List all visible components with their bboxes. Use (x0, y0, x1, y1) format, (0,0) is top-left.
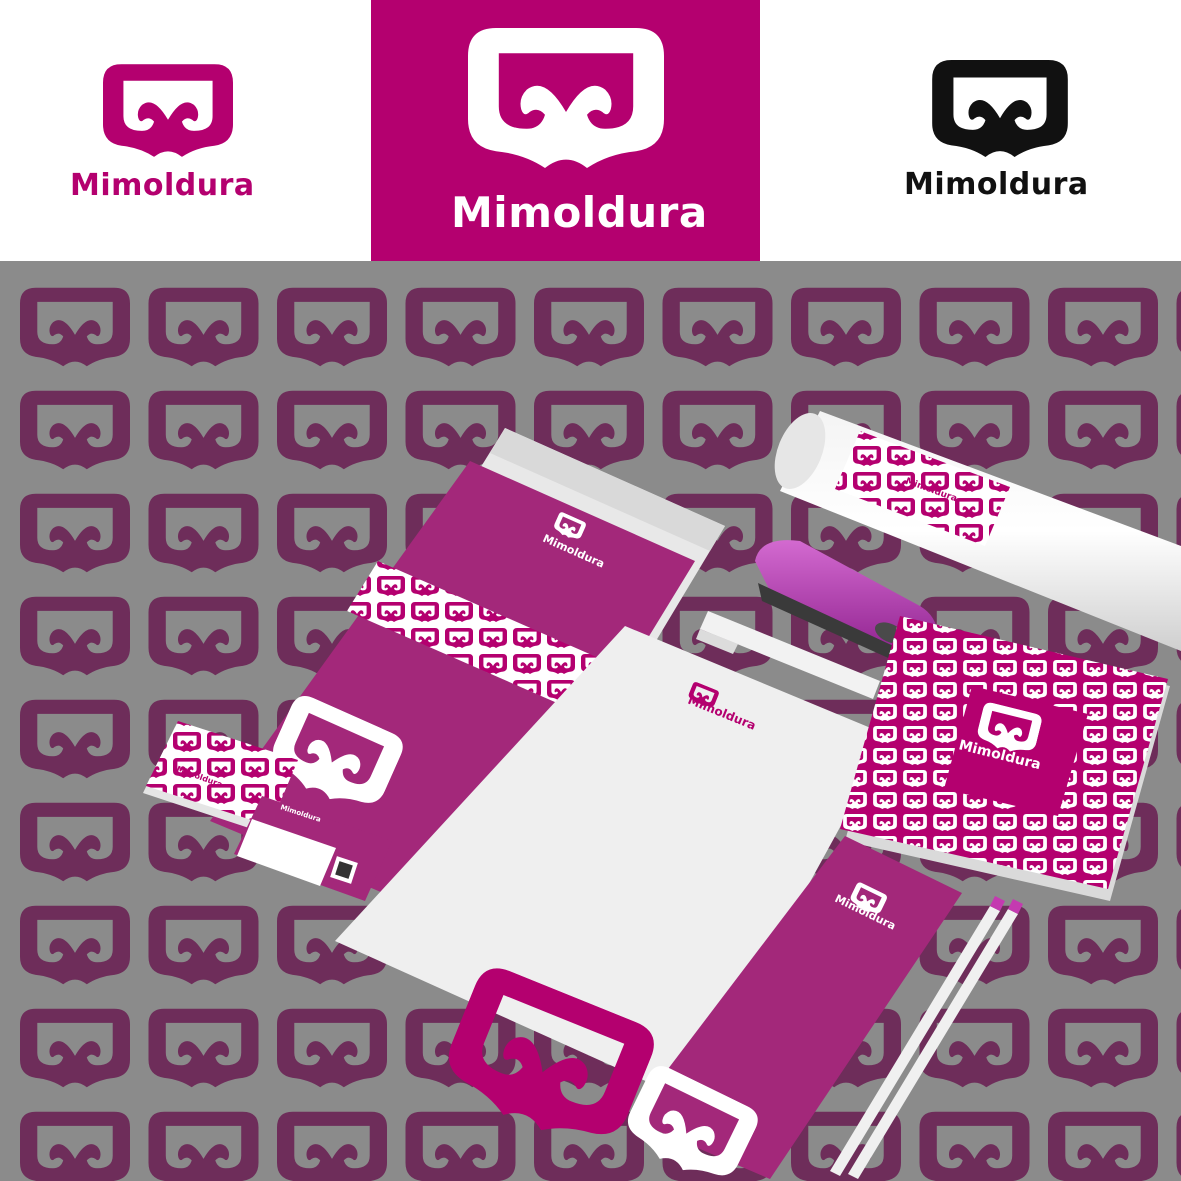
logo-strip: Mimoldura Mimoldura Mimoldura (0, 0, 1181, 261)
brand-pattern-background: Mimoldura Mimoldura Mimoldura Mimoldura (0, 261, 1181, 1181)
logo-panel-inverse: Mimoldura (371, 0, 760, 261)
mimoldura-logo-icon (103, 64, 233, 157)
logo-panel-black: Mimoldura (760, 0, 1181, 261)
brand-wordmark: Mimoldura (70, 168, 255, 203)
brand-wordmark: Mimoldura (451, 188, 708, 237)
brand-wordmark: Mimoldura (904, 167, 1089, 202)
logo-panel-magenta: Mimoldura (0, 0, 371, 261)
mimoldura-logo-icon (468, 28, 664, 168)
stationery-mockup: Mimoldura Mimoldura Mimoldura Mimoldura (143, 411, 1181, 1181)
mimoldura-logo-icon (932, 60, 1068, 157)
